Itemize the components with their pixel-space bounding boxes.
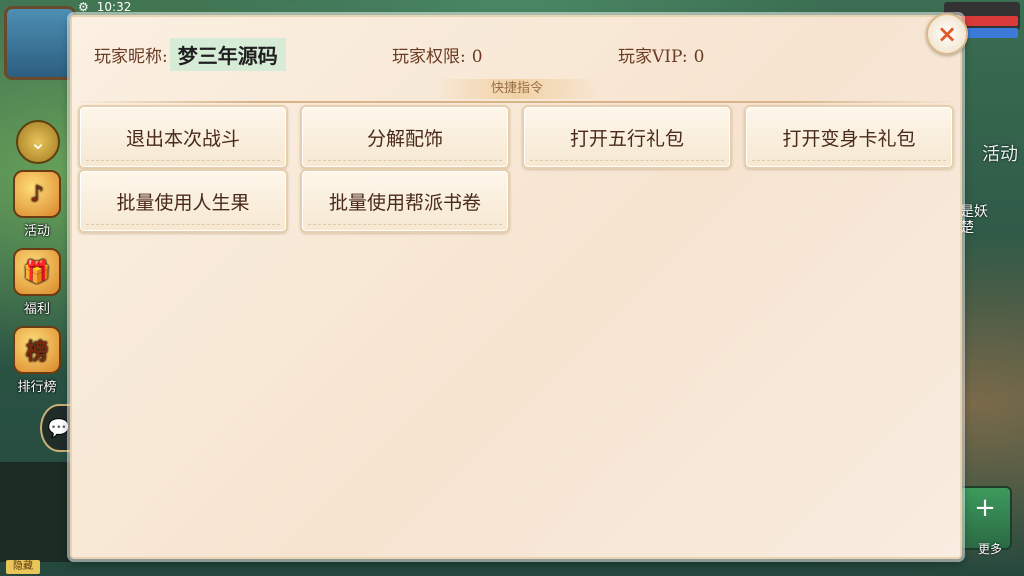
chevron-down-icon[interactable]: ⌄ bbox=[16, 120, 60, 164]
right-rail: 活动 是妖楚 + 更多 bbox=[944, 0, 1024, 576]
close-button[interactable]: × bbox=[926, 13, 968, 55]
more-label: 更多 bbox=[977, 542, 1002, 556]
activity-button[interactable]: ♪ 活动 bbox=[8, 170, 66, 239]
player-info-row: 玩家昵称: 梦三年源码 玩家权限: 0 玩家VIP: 0 bbox=[94, 37, 900, 71]
left-rail: ⌄ ♪ 活动 🎁 福利 榜 排行榜 💬 隐藏 bbox=[0, 0, 78, 576]
activity-label: 活动 bbox=[23, 224, 50, 239]
welfare-button[interactable]: 🎁 福利 bbox=[8, 248, 66, 317]
settings-gear-icon: ⚙ bbox=[78, 0, 89, 14]
permission-label: 玩家权限: bbox=[392, 46, 466, 67]
map-icon[interactable] bbox=[4, 6, 76, 80]
section-divider bbox=[72, 101, 960, 103]
vip-value: 0 bbox=[693, 46, 705, 67]
ranking-label: 排行榜 bbox=[17, 380, 57, 395]
ranking-button[interactable]: 榜 排行榜 bbox=[8, 326, 66, 395]
welfare-label: 福利 bbox=[23, 302, 50, 317]
batch-use-ginseng-fruit-button[interactable]: 批量使用人生果 bbox=[78, 169, 288, 233]
permission-group: 玩家权限: 0 bbox=[392, 42, 483, 67]
right-activity-label[interactable]: 活动 bbox=[982, 140, 1018, 166]
exit-battle-button[interactable]: 退出本次战斗 bbox=[78, 105, 288, 169]
nickname-label: 玩家昵称: bbox=[94, 46, 168, 67]
vip-group: 玩家VIP: 0 bbox=[618, 42, 704, 67]
nickname-group: 玩家昵称: 梦三年源码 bbox=[94, 37, 286, 71]
status-bar: ⚙ 10:32 bbox=[78, 0, 131, 14]
chat-panel bbox=[0, 462, 70, 562]
hp-bar bbox=[958, 16, 1018, 26]
close-icon: × bbox=[936, 20, 958, 48]
vip-label: 玩家VIP: bbox=[618, 46, 688, 67]
section-title: 快捷指令 bbox=[432, 79, 602, 99]
ranking-icon: 榜 bbox=[13, 326, 61, 374]
quick-command-dialog: 玩家昵称: 梦三年源码 玩家权限: 0 玩家VIP: 0 × 快捷指令 退出本次战斗… bbox=[70, 13, 968, 559]
horn-icon: ♪ bbox=[13, 170, 61, 218]
nickname-value: 梦三年源码 bbox=[169, 37, 286, 71]
status-time: 10:32 bbox=[96, 0, 132, 14]
batch-use-guild-scroll-button[interactable]: 批量使用帮派书卷 bbox=[300, 169, 510, 233]
open-five-elements-pack-button[interactable]: 打开五行礼包 bbox=[522, 105, 732, 169]
permission-value: 0 bbox=[471, 46, 483, 67]
gift-icon: 🎁 bbox=[13, 248, 61, 296]
right-side-text: 是妖楚 bbox=[960, 204, 988, 236]
decompose-accessory-button[interactable]: 分解配饰 bbox=[300, 105, 510, 169]
hide-tag[interactable]: 隐藏 bbox=[6, 560, 40, 574]
open-transform-card-pack-button[interactable]: 打开变身卡礼包 bbox=[744, 105, 954, 169]
